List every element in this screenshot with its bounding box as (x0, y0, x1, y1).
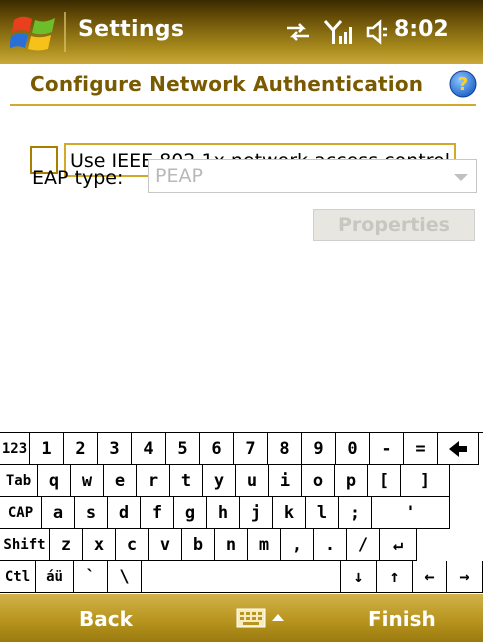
backspace-key[interactable] (438, 433, 479, 465)
key-t[interactable]: t (170, 465, 203, 497)
key-h[interactable]: h (207, 497, 240, 529)
key-l[interactable]: l (306, 497, 339, 529)
key-comma[interactable]: , (281, 529, 314, 561)
eap-type-select: PEAP (148, 159, 477, 193)
keyboard-row-1: 123 1 2 3 4 5 6 7 8 9 0 - = (0, 433, 479, 465)
page-header: Configure Network Authentication ? (0, 64, 483, 104)
key-f[interactable]: f (141, 497, 174, 529)
status-icons[interactable] (285, 14, 391, 50)
speaker-icon[interactable] (365, 18, 391, 46)
key-2[interactable]: 2 (64, 433, 98, 465)
eap-type-value: PEAP (155, 165, 203, 187)
soft-keyboard: 123 1 2 3 4 5 6 7 8 9 0 - = Tab q w e r … (0, 432, 483, 594)
keyboard-icon[interactable] (236, 606, 286, 630)
title-bar: Settings 8:02 (0, 0, 483, 64)
key-0[interactable]: 0 (336, 433, 370, 465)
key-3[interactable]: 3 (98, 433, 132, 465)
key-5[interactable]: 5 (166, 433, 200, 465)
key-backtick[interactable]: ` (74, 561, 108, 593)
key-apostrophe[interactable]: ' (372, 497, 450, 529)
key-1[interactable]: 1 (30, 433, 64, 465)
app-title: Settings (78, 17, 185, 42)
sync-arrows-icon[interactable] (285, 20, 311, 44)
key-a[interactable]: a (42, 497, 75, 529)
key-minus[interactable]: - (370, 433, 404, 465)
help-icon[interactable]: ? (449, 70, 477, 98)
arrow-right-key[interactable]: → (447, 561, 483, 593)
key-k[interactable]: k (273, 497, 306, 529)
key-i[interactable]: i (269, 465, 302, 497)
key-b[interactable]: b (182, 529, 215, 561)
key-v[interactable]: v (149, 529, 182, 561)
key-c[interactable]: c (116, 529, 149, 561)
chevron-down-icon (454, 174, 468, 181)
key-6[interactable]: 6 (200, 433, 234, 465)
key-backslash[interactable]: \ (108, 561, 142, 593)
finish-button[interactable]: Finish (368, 607, 436, 631)
key-accents[interactable]: áü (36, 561, 74, 593)
key-7[interactable]: 7 (234, 433, 268, 465)
eap-type-label: EAP type: (32, 167, 124, 189)
key-123[interactable]: 123 (0, 433, 30, 465)
key-y[interactable]: y (203, 465, 236, 497)
svg-text:?: ? (458, 74, 468, 95)
keyboard-row-2: Tab q w e r t y u i o p [ ] (0, 465, 450, 497)
enter-key[interactable]: ↵ (380, 529, 417, 561)
key-u[interactable]: u (236, 465, 269, 497)
key-n[interactable]: n (215, 529, 248, 561)
key-8[interactable]: 8 (268, 433, 302, 465)
key-equals[interactable]: = (404, 433, 438, 465)
key-s[interactable]: s (75, 497, 108, 529)
clock[interactable]: 8:02 (394, 17, 449, 42)
title-divider (64, 12, 66, 52)
arrow-up-key[interactable]: ↑ (377, 561, 413, 593)
key-d[interactable]: d (108, 497, 141, 529)
keyboard-row-3: CAP a s d f g h j k l ; ' (0, 497, 450, 529)
key-m[interactable]: m (248, 529, 281, 561)
key-semicolon[interactable]: ; (339, 497, 372, 529)
key-tab[interactable]: Tab (0, 465, 38, 497)
properties-button: Properties (313, 209, 475, 241)
key-left-bracket[interactable]: [ (368, 465, 401, 497)
key-r[interactable]: r (137, 465, 170, 497)
keyboard-row-5: Ctl áü ` \ ↓ ↑ ← → (0, 561, 483, 593)
keyboard-row-4: Shift z x c v b n m , . / ↵ (0, 529, 417, 561)
backspace-icon (449, 440, 467, 457)
key-p[interactable]: p (335, 465, 368, 497)
key-shift[interactable]: Shift (0, 529, 50, 561)
key-q[interactable]: q (38, 465, 71, 497)
key-z[interactable]: z (50, 529, 83, 561)
key-slash[interactable]: / (347, 529, 380, 561)
key-g[interactable]: g (174, 497, 207, 529)
key-caps[interactable]: CAP (0, 497, 42, 529)
windows-start-icon[interactable] (10, 10, 60, 56)
key-w[interactable]: w (71, 465, 104, 497)
space-key[interactable] (142, 561, 341, 593)
arrow-down-key[interactable]: ↓ (341, 561, 377, 593)
key-9[interactable]: 9 (302, 433, 336, 465)
signal-strength-icon[interactable] (323, 18, 353, 46)
key-e[interactable]: e (104, 465, 137, 497)
key-period[interactable]: . (314, 529, 347, 561)
key-right-bracket[interactable]: ] (401, 465, 450, 497)
key-x[interactable]: x (83, 529, 116, 561)
header-divider (10, 104, 476, 106)
key-4[interactable]: 4 (132, 433, 166, 465)
page-title: Configure Network Authentication (30, 72, 424, 96)
back-button[interactable]: Back (79, 607, 133, 631)
key-o[interactable]: o (302, 465, 335, 497)
arrow-left-key[interactable]: ← (413, 561, 447, 593)
softkey-bar: Back Finish (0, 594, 483, 642)
key-ctrl[interactable]: Ctl (0, 561, 36, 593)
key-j[interactable]: j (240, 497, 273, 529)
